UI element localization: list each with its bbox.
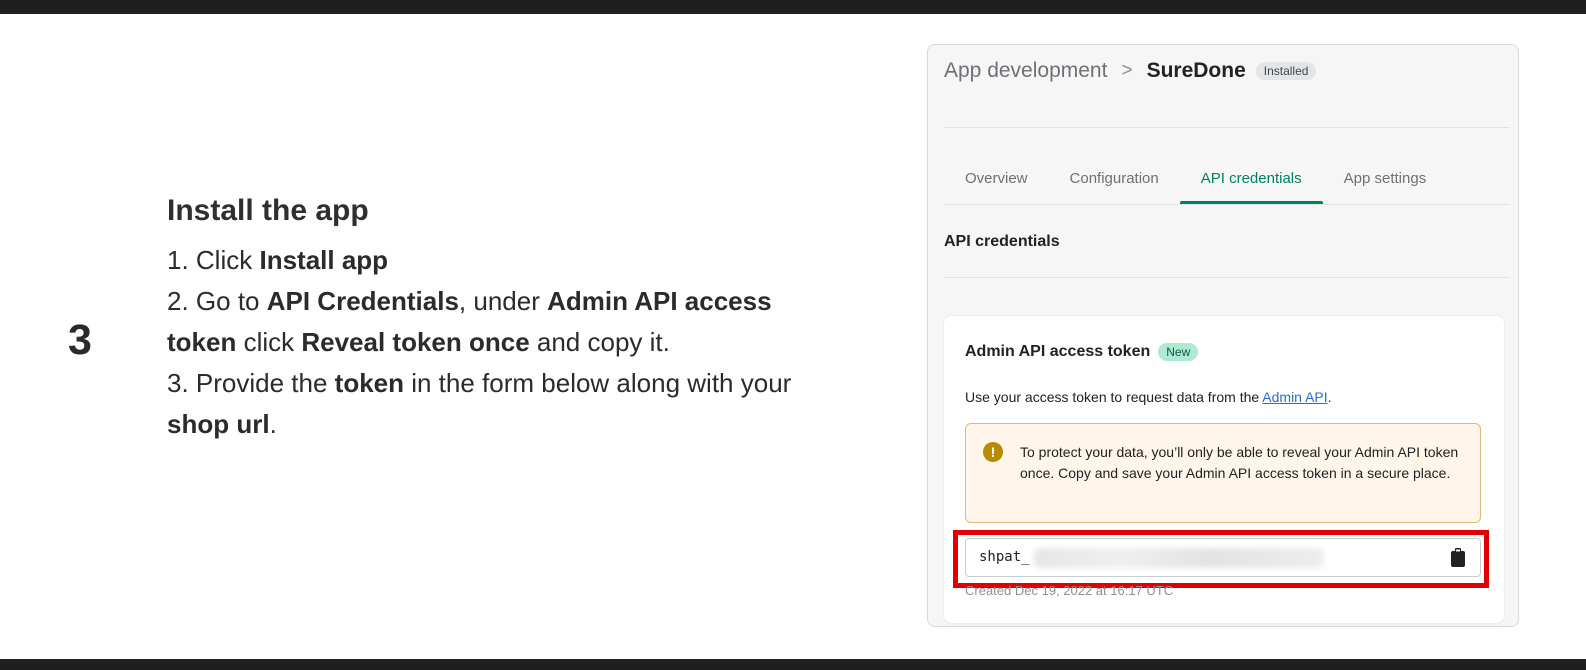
highlight-frame (953, 530, 1489, 588)
breadcrumb: App development > SureDone Installed (944, 59, 1317, 83)
bold-text: Reveal token once (301, 327, 530, 357)
instruction-line: 2. Go to API Credentials, under Admin AP… (167, 281, 877, 322)
warning-banner: ! To protect your data, you’ll only be a… (965, 423, 1481, 523)
text: , under (458, 286, 548, 316)
exclamation-circle-icon: ! (983, 442, 1003, 462)
bold-text: token (334, 368, 404, 398)
new-badge: New (1158, 343, 1199, 361)
text: click (236, 327, 302, 357)
warning-text: To protect your data, you’ll only be abl… (1020, 444, 1459, 481)
tab-bar: Overview Configuration API credentials A… (944, 168, 1447, 204)
breadcrumb-parent[interactable]: App development (944, 59, 1107, 83)
bold-text: Install app (259, 245, 389, 275)
card-title-row: Admin API access token New (965, 343, 1199, 361)
tab-api-credentials[interactable]: API credentials (1179, 168, 1323, 204)
text: 3. Provide the (167, 368, 335, 398)
bottom-bar (0, 659, 1586, 670)
description-suffix: . (1327, 389, 1332, 405)
status-badge: Installed (1255, 62, 1317, 80)
screenshot-canvas: 3 Install the app 1. Click Install app 2.… (0, 14, 1586, 659)
tabs-divider (944, 204, 1510, 205)
shopify-app-panel: App development > SureDone Installed Ove… (927, 44, 1519, 627)
section-title: API credentials (944, 233, 1060, 250)
bold-text: shop url (167, 409, 270, 439)
section-divider (944, 277, 1510, 278)
step-number: 3 (68, 316, 92, 364)
description-text: Use your access token to request data fr… (965, 389, 1263, 405)
tab-app-settings[interactable]: App settings (1323, 168, 1448, 204)
tab-overview[interactable]: Overview (944, 168, 1049, 204)
text: and copy it. (529, 327, 670, 357)
instruction-line: 1. Click Install app (167, 240, 877, 281)
instruction-line: token click Reveal token once and copy i… (167, 322, 877, 363)
step-lines: 1. Click Install app 2. Go to API Credent… (167, 240, 877, 445)
text: . (269, 409, 277, 439)
text: 1. Click (167, 245, 260, 275)
bold-text: API Credentials (266, 286, 459, 316)
divider (944, 127, 1510, 128)
bold-text: Admin API access (547, 286, 772, 316)
admin-api-link[interactable]: Admin API (1262, 389, 1327, 405)
card-description: Use your access token to request data fr… (965, 389, 1332, 405)
instructions: Install the app 1. Click Install app 2. G… (167, 194, 877, 445)
instruction-line: shop url. (167, 404, 877, 445)
breadcrumb-current: SureDone (1146, 59, 1246, 82)
created-timestamp: Created Dec 19, 2022 at 16:17 UTC (965, 583, 1174, 598)
breadcrumb-separator: > (1121, 60, 1133, 81)
step-title: Install the app (167, 194, 369, 227)
text: 2. Go to (167, 286, 267, 316)
admin-token-card: Admin API access token New Use your acce… (944, 316, 1504, 623)
bold-text: token (167, 327, 237, 357)
instruction-line: 3. Provide the token in the form below a… (167, 363, 877, 404)
tab-configuration[interactable]: Configuration (1049, 168, 1180, 204)
text: in the form below along with your (404, 368, 792, 398)
card-title: Admin API access token (965, 343, 1151, 360)
